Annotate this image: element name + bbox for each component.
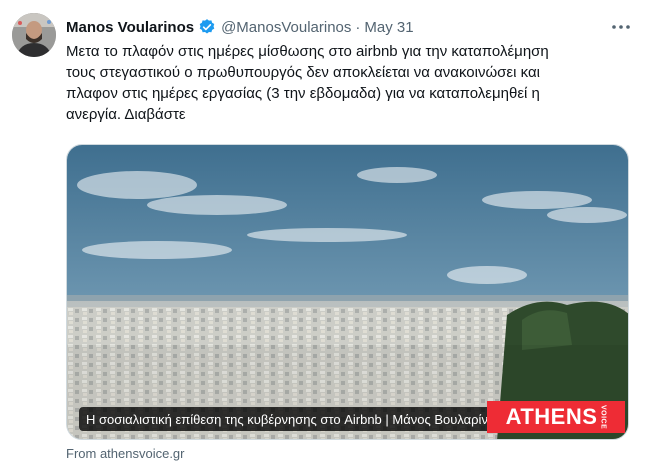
source-link[interactable]: From athensvoice.gr xyxy=(66,446,185,461)
tweet: Manos Voularinos @ManosVoularinos · May … xyxy=(0,0,647,461)
tweet-header: Manos Voularinos @ManosVoularinos · May … xyxy=(66,16,414,38)
card-source: From athensvoice.gr xyxy=(66,446,185,461)
card-image xyxy=(67,145,628,439)
card-title[interactable]: Η σοσιαλιστική επίθεση της κυβέρνησης στ… xyxy=(79,407,501,431)
logo-subtext: VOICE xyxy=(599,404,607,430)
separator-dot: · xyxy=(355,18,361,36)
verified-badge-icon xyxy=(198,18,216,36)
tweet-text-line: ανεργία. Διαβάστε xyxy=(66,106,186,123)
more-icon[interactable] xyxy=(604,14,638,40)
athens-voice-logo: ATHENS VOICE xyxy=(487,401,625,433)
tweet-text-line: τους στεγαστικού ο πρωθυπουργός δεν αποκ… xyxy=(66,64,540,81)
tweet-text-line: πλαφον στις ημέρες εργασίας (3 την εβδομ… xyxy=(66,85,540,102)
avatar-image xyxy=(12,13,56,57)
tweet-text-line: Μετα το πλαφόν στις ημέρες μίσθωσης στο … xyxy=(66,43,549,60)
author-name[interactable]: Manos Voularinos xyxy=(66,19,194,36)
link-card[interactable]: Η σοσιαλιστική επίθεση της κυβέρνησης στ… xyxy=(66,144,629,440)
avatar[interactable] xyxy=(12,13,56,57)
author-handle[interactable]: @ManosVoularinos xyxy=(221,19,351,36)
tweet-text: Μετα το πλαφόν στις ημέρες μίσθωσης στο … xyxy=(66,41,632,125)
tweet-date[interactable]: May 31 xyxy=(364,19,413,36)
logo-text: ATHENS xyxy=(505,404,598,429)
